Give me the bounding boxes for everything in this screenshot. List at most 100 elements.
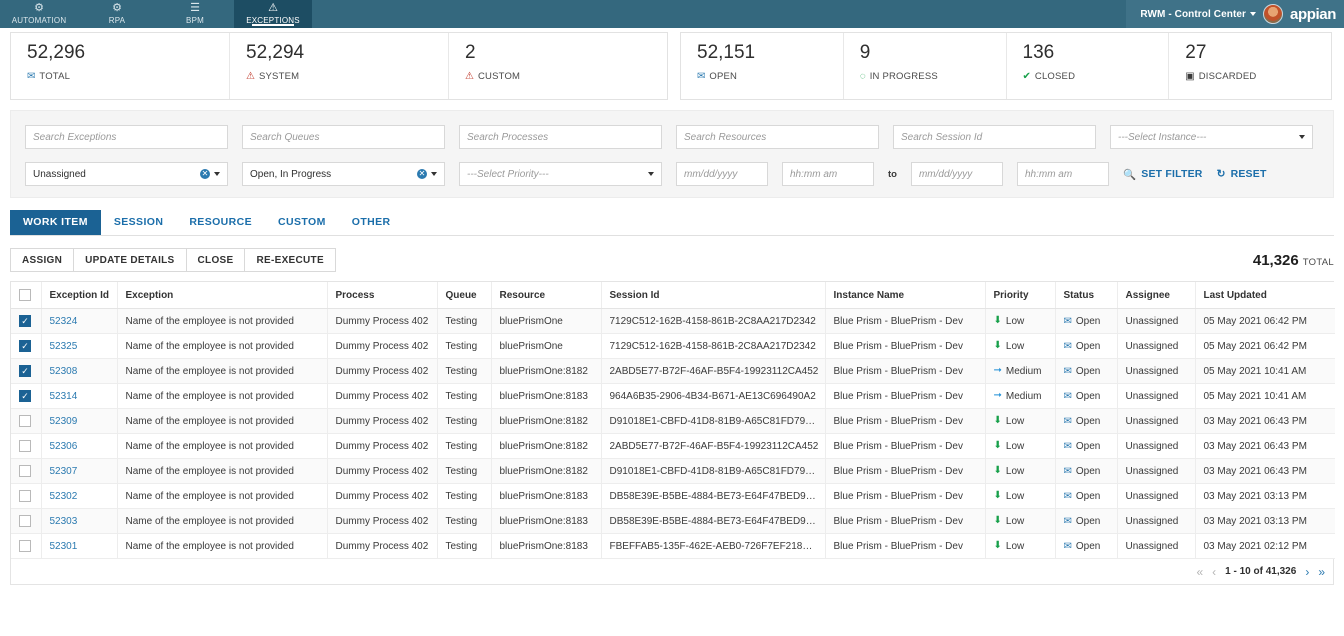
row-checkbox[interactable]: ✓ [19,315,31,327]
row-select-cell[interactable]: ✓ [11,358,42,384]
cell-exception-id[interactable]: 52306 [41,433,118,459]
time-from-input[interactable]: hh:mm am [782,162,874,186]
cell-exception-id[interactable]: 52307 [41,458,118,484]
exception-id-link[interactable]: 52325 [50,341,78,352]
tab-session[interactable]: SESSION [101,210,176,235]
kpi-card-closed[interactable]: 136 ✔ CLOSED [1007,33,1170,99]
cell-exception-id[interactable]: 52314 [41,383,118,409]
select-all-checkbox[interactable] [19,289,31,301]
exception-id-link[interactable]: 52307 [50,466,78,477]
last-page-icon[interactable]: » [1318,566,1325,578]
exception-id-link[interactable]: 52309 [50,416,78,427]
previous-page-icon[interactable]: ‹ [1212,566,1216,578]
time-to-input[interactable]: hh:mm am [1016,162,1109,186]
row-select-cell[interactable] [11,533,42,559]
assign-button[interactable]: ASSIGN [10,248,75,272]
row-checkbox[interactable]: ✓ [19,340,31,352]
table-row[interactable]: ✓ 52325 Name of the employee is not provid… [11,333,1335,359]
tab-other[interactable]: OTHER [339,210,404,235]
tab-resource[interactable]: RESOURCE [176,210,265,235]
date-to-input[interactable]: mm/dd/yyyy [910,162,1003,186]
row-checkbox[interactable]: ✓ [19,390,31,402]
next-page-icon[interactable]: › [1305,566,1309,578]
kpi-card-open[interactable]: 52,151 ✉ OPEN [681,33,844,99]
column-header-priority[interactable]: Priority [985,282,1056,309]
exception-id-link[interactable]: 52314 [50,391,78,402]
row-checkbox[interactable] [19,515,31,527]
column-header-resource[interactable]: Resource [491,282,602,309]
first-page-icon[interactable]: « [1196,566,1203,578]
table-row[interactable]: 52302 Name of the employee is not provide… [11,483,1335,509]
clear-icon[interactable]: ✕ [417,169,427,179]
column-header-last-updated[interactable]: Last Updated [1195,282,1335,309]
table-row[interactable]: 52303 Name of the employee is not provide… [11,508,1335,534]
row-checkbox[interactable] [19,465,31,477]
exception-id-link[interactable]: 52303 [50,516,78,527]
kpi-card-discarded[interactable]: 27 ▣ DISCARDED [1169,33,1331,99]
cell-exception-id[interactable]: 52303 [41,508,118,534]
cell-exception-id[interactable]: 52325 [41,333,118,359]
search-processes-input[interactable]: Search Processes [459,125,662,149]
column-header-process[interactable]: Process [327,282,438,309]
column-header-session-id[interactable]: Session Id [601,282,826,309]
column-header-queue[interactable]: Queue [437,282,492,309]
table-row[interactable]: ✓ 52314 Name of the employee is not provid… [11,383,1335,409]
kpi-card-custom[interactable]: 2 ⚠ CUSTOM [449,33,667,99]
row-select-cell[interactable]: ✓ [11,383,42,409]
priority-dropdown[interactable]: ---Select Priority--- [459,162,662,186]
exception-id-link[interactable]: 52302 [50,491,78,502]
set-filter-button[interactable]: 🔍 SET FILTER [1123,168,1203,181]
column-header-exception[interactable]: Exception [117,282,328,309]
row-select-cell[interactable]: ✓ [11,333,42,359]
row-select-cell[interactable] [11,433,42,459]
row-select-cell[interactable] [11,483,42,509]
search-resources-input[interactable]: Search Resources [676,125,879,149]
column-header-exception-id[interactable]: Exception Id [41,282,118,309]
nav-item-rpa[interactable]: ⚙ RPA [78,0,156,28]
cell-exception-id[interactable]: 52301 [41,533,118,559]
table-row[interactable]: ✓ 52308 Name of the employee is not provid… [11,358,1335,384]
cell-exception-id[interactable]: 52309 [41,408,118,434]
update-details-button[interactable]: UPDATE DETAILS [73,248,187,272]
row-checkbox[interactable]: ✓ [19,365,31,377]
close-button[interactable]: CLOSE [185,248,246,272]
reset-button[interactable]: ↻ RESET [1217,168,1267,180]
cell-exception-id[interactable]: 52324 [41,308,118,334]
tab-work-item[interactable]: WORK ITEM [10,210,101,235]
cell-exception-id[interactable]: 52308 [41,358,118,384]
nav-item-exceptions[interactable]: ⚠ EXCEPTIONS [234,0,312,28]
row-checkbox[interactable] [19,540,31,552]
exception-id-link[interactable]: 52308 [50,366,78,377]
kpi-card-in-progress[interactable]: 9 ◌ IN PROGRESS [844,33,1007,99]
kpi-card-system[interactable]: 52,294 ⚠ SYSTEM [230,33,449,99]
table-row[interactable]: 52301 Name of the employee is not provide… [11,533,1335,559]
cell-exception-id[interactable]: 52302 [41,483,118,509]
nav-item-automation[interactable]: ⚙ AUTOMATION [0,0,78,28]
column-header-status[interactable]: Status [1055,282,1118,309]
row-select-cell[interactable]: ✓ [11,308,42,334]
date-from-input[interactable]: mm/dd/yyyy [676,162,768,186]
table-row[interactable]: ✓ 52324 Name of the employee is not provid… [11,308,1335,334]
table-row[interactable]: 52309 Name of the employee is not provide… [11,408,1335,434]
search-exceptions-input[interactable]: Search Exceptions [25,125,228,149]
assignee-dropdown[interactable]: Unassigned ✕ [25,162,228,186]
search-session-id-input[interactable]: Search Session Id [893,125,1096,149]
exception-id-link[interactable]: 52306 [50,441,78,452]
re-execute-button[interactable]: RE-EXECUTE [244,248,336,272]
exception-id-link[interactable]: 52324 [50,316,78,327]
row-select-cell[interactable] [11,508,42,534]
column-header-instance-name[interactable]: Instance Name [825,282,986,309]
search-queues-input[interactable]: Search Queues [242,125,445,149]
row-checkbox[interactable] [19,415,31,427]
avatar[interactable] [1263,4,1284,24]
clear-icon[interactable]: ✕ [200,169,210,179]
nav-item-bpm[interactable]: ☰ BPM [156,0,234,28]
column-header-assignee[interactable]: Assignee [1117,282,1196,309]
select-instance-dropdown[interactable]: ---Select Instance--- [1110,125,1313,149]
row-select-cell[interactable] [11,458,42,484]
status-dropdown[interactable]: Open, In Progress ✕ [242,162,445,186]
table-row[interactable]: 52306 Name of the employee is not provide… [11,433,1335,459]
table-row[interactable]: 52307 Name of the employee is not provide… [11,458,1335,484]
kpi-card-total[interactable]: 52,296 ✉ TOTAL [11,33,230,99]
tab-custom[interactable]: CUSTOM [265,210,339,235]
